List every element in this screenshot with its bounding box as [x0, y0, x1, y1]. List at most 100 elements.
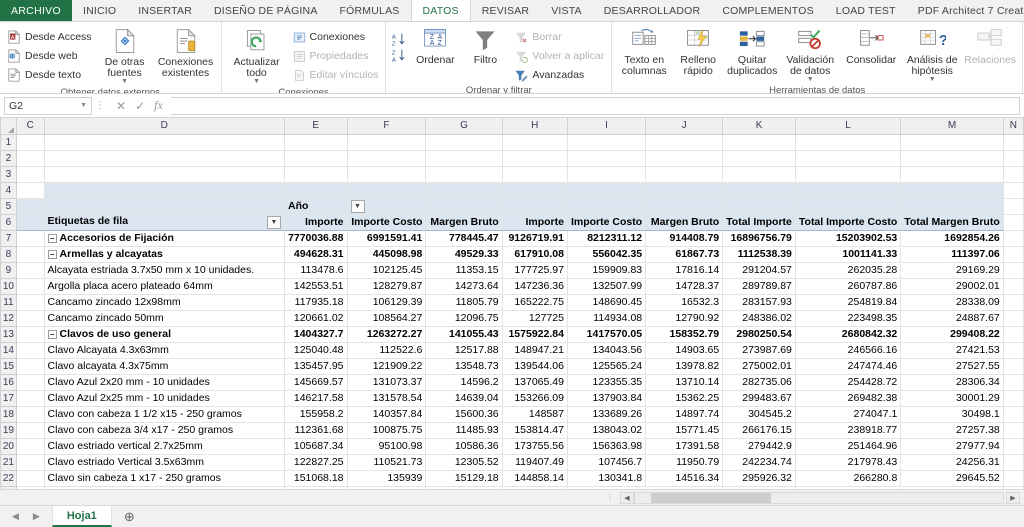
row-header-20[interactable]: 20 [0, 437, 17, 455]
sort-descending-button[interactable]: Z A [390, 48, 407, 63]
name-box[interactable]: G2 ▼ [4, 96, 92, 115]
actualizar-todo-button[interactable]: Actualizar todo ▼ [226, 26, 288, 86]
chevron-down-icon[interactable]: ▼ [253, 78, 260, 85]
pivot-col-2020-importe-costo[interactable]: Importe Costo [347, 214, 427, 231]
cell-C1[interactable] [16, 134, 45, 151]
pivot-value-cell[interactable]: 248386.02 [722, 310, 796, 327]
cell-J2[interactable] [645, 150, 724, 167]
pivot-value-cell[interactable]: 125565.24 [567, 358, 647, 375]
cell-C4[interactable] [16, 182, 45, 199]
pivot-value-cell[interactable]: 12305.52 [425, 454, 503, 471]
pivot-value-cell[interactable]: 12517.88 [425, 342, 503, 359]
cell-N10[interactable] [1003, 278, 1024, 295]
pivot-value-cell[interactable]: 24256.31 [900, 454, 1004, 471]
pivot-value-cell[interactable]: 266280.8 [795, 470, 902, 487]
pivot-value-cell[interactable]: 122827.25 [284, 454, 348, 471]
pivot-row-label[interactable]: Clavo Azul 2x20 mm - 10 unidades [44, 374, 286, 391]
row-header-14[interactable]: 14 [0, 341, 17, 359]
pivot-value-cell[interactable]: 13548.73 [425, 358, 503, 375]
pivot-value-cell[interactable]: 105687.34 [284, 438, 348, 455]
pivot-value-cell[interactable]: 304545.2 [722, 406, 796, 423]
pivot-value-cell[interactable]: 262035.28 [795, 262, 902, 279]
pivot-value-cell[interactable]: 16532.3 [645, 294, 724, 311]
pivot-value-cell[interactable]: 135457.95 [284, 358, 348, 375]
fx-icon[interactable]: fx [154, 98, 163, 113]
pivot-value-cell[interactable]: 30001.29 [900, 390, 1004, 407]
pivot-value-cell[interactable]: 67038.9 [502, 486, 568, 489]
pivot-value-cell[interactable]: 12790.92 [645, 310, 724, 327]
cell-E5[interactable]: Año [284, 198, 348, 215]
pivot-value-cell[interactable]: 6894.98 [645, 486, 724, 489]
cell-H4[interactable] [502, 182, 568, 199]
pivot-value-cell[interactable]: 177725.97 [502, 262, 568, 279]
row-header-3[interactable]: 3 [0, 165, 17, 183]
pivot-value-cell[interactable]: 106129.39 [347, 294, 427, 311]
pivot-value-cell[interactable]: 138043.02 [567, 422, 647, 439]
pivot-expand-collapse-icon[interactable]: − [47, 249, 57, 259]
row-header-1[interactable]: 1 [0, 133, 17, 151]
cell-M2[interactable] [900, 150, 1004, 167]
pivot-value-cell[interactable]: 144858.14 [502, 470, 568, 487]
pivot-row-label[interactable]: Clavo estriado Vertical 3.5x63mm [44, 454, 286, 471]
cell-F4[interactable] [347, 182, 427, 199]
pivot-value-cell[interactable]: 114934.08 [567, 310, 647, 327]
pivot-value-cell[interactable]: 127725 [502, 310, 568, 327]
pivot-value-cell[interactable]: 151068.18 [284, 470, 348, 487]
pivot-value-cell[interactable]: 28338.09 [900, 294, 1004, 311]
relleno-rapido-button[interactable]: Relleno rápido [674, 26, 722, 78]
next-sheet-icon[interactable]: ▶ [33, 511, 40, 522]
pivot-value-cell[interactable]: 15362.25 [645, 390, 724, 407]
pivot-value-cell[interactable]: 289789.87 [722, 278, 796, 295]
de-otras-fuentes-button[interactable]: De otras fuentes ▼ [97, 26, 153, 86]
pivot-value-cell[interactable]: 254428.72 [795, 374, 902, 391]
row-header-17[interactable]: 17 [0, 389, 17, 407]
cell-D4[interactable] [44, 182, 286, 199]
conexiones-existentes-button[interactable]: Conexiones existentes [155, 26, 217, 80]
pivot-value-cell[interactable]: 131073.37 [347, 374, 427, 391]
row-header-11[interactable]: 11 [0, 293, 17, 311]
hscroll-right-button[interactable]: ▶ [1006, 491, 1020, 504]
pivot-row-label[interactable]: Cancamo zincado 50mm [44, 310, 286, 327]
pivot-value-cell[interactable]: 113478.6 [284, 262, 348, 279]
pivot-value-cell[interactable]: 134043.56 [567, 342, 647, 359]
cell-C14[interactable] [16, 342, 45, 359]
pivot-value-cell[interactable]: 146217.58 [284, 390, 348, 407]
pivot-row-label[interactable]: Cancamo zincado 12x98mm [44, 294, 286, 311]
pivot-value-cell[interactable]: 110521.73 [347, 454, 427, 471]
desde-access-button[interactable]: A Desde Access [4, 28, 95, 46]
pivot-value-cell[interactable]: 266176.15 [722, 422, 796, 439]
cell-F5[interactable]: ▼ [347, 198, 427, 215]
pivot-value-cell[interactable]: 158352.79 [645, 326, 724, 343]
row-header-22[interactable]: 22 [0, 469, 17, 487]
pivot-row-label[interactable]: − Accesorios de Fijación [44, 229, 286, 247]
cell-C15[interactable] [16, 358, 45, 375]
cell-D5[interactable] [44, 198, 286, 215]
pivot-value-cell[interactable]: 11485.93 [425, 422, 503, 439]
pivot-value-cell[interactable]: 273987.69 [722, 342, 796, 359]
cell-N21[interactable] [1003, 454, 1024, 471]
pivot-col-2021-importe[interactable]: Importe [502, 214, 568, 231]
pivot-value-cell[interactable]: 108564.27 [347, 310, 427, 327]
hscroll-left-button[interactable]: ◀ [620, 491, 634, 504]
pivot-value-cell[interactable]: 112361.68 [284, 422, 348, 439]
cell-C18[interactable] [16, 406, 45, 423]
pivot-value-cell[interactable]: 139544.06 [502, 358, 568, 375]
pivot-value-cell[interactable]: 295926.32 [722, 470, 796, 487]
row-header-9[interactable]: 9 [0, 261, 17, 279]
select-all-corner[interactable] [0, 118, 17, 135]
pivot-value-cell[interactable]: 140357.84 [347, 406, 427, 423]
add-sheet-button[interactable]: ⊕ [112, 506, 147, 527]
cell-N6[interactable] [1003, 214, 1024, 231]
pivot-value-cell[interactable]: 133689.26 [567, 406, 647, 423]
pivot-value-cell[interactable]: 16896756.79 [722, 229, 796, 247]
row-header-7[interactable]: 7 [0, 229, 17, 247]
cell-G3[interactable] [425, 166, 503, 183]
column-header-g[interactable]: G [425, 118, 503, 135]
cell-J4[interactable] [645, 182, 724, 199]
pivot-row-label[interactable]: Clavo con cabeza 3/4 x17 - 250 gramos [44, 422, 286, 439]
desde-texto-button[interactable]: Desde texto [4, 66, 95, 84]
pivot-value-cell[interactable]: 122271.26 [795, 486, 902, 489]
pivot-value-cell[interactable]: 121909.22 [347, 358, 427, 375]
cell-D1[interactable] [44, 134, 286, 151]
pivot-value-cell[interactable]: 242234.74 [722, 454, 796, 471]
